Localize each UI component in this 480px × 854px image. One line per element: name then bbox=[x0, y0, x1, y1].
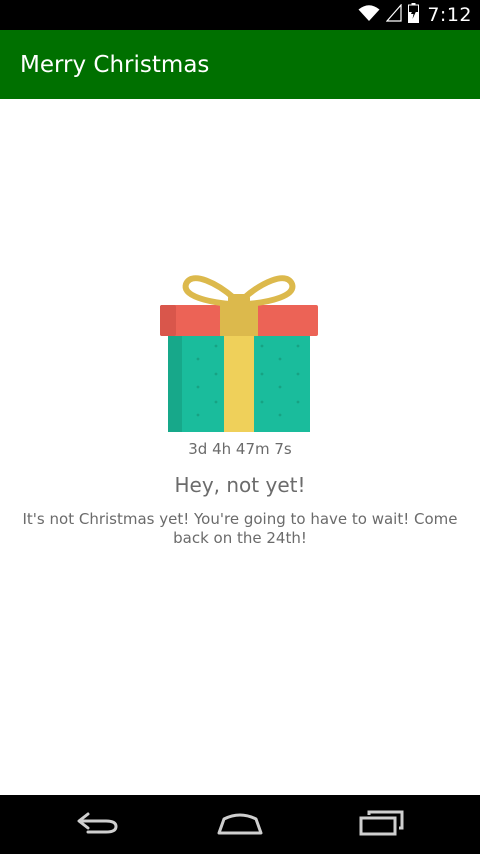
app-bar: Merry Christmas bbox=[0, 30, 480, 99]
signal-icon bbox=[386, 3, 402, 26]
app-title: Merry Christmas bbox=[20, 52, 210, 78]
countdown-timer: 3d 4h 47m 7s bbox=[188, 440, 292, 458]
home-button[interactable] bbox=[190, 795, 290, 854]
recent-apps-icon bbox=[359, 810, 405, 840]
gift-icon bbox=[158, 274, 320, 438]
message-text: It's not Christmas yet! You're going to … bbox=[22, 510, 458, 547]
main-content: 3d 4h 47m 7s Hey, not yet! It's not Chri… bbox=[0, 99, 480, 795]
nav-bar bbox=[0, 795, 480, 854]
battery-icon bbox=[408, 3, 420, 27]
status-bar: 7:12 bbox=[0, 0, 480, 30]
home-icon bbox=[216, 810, 264, 840]
status-icons: 7:12 bbox=[358, 0, 472, 30]
wifi-icon bbox=[358, 4, 380, 26]
status-time: 7:12 bbox=[427, 4, 472, 26]
back-button[interactable] bbox=[48, 795, 148, 854]
recent-apps-button[interactable] bbox=[332, 795, 432, 854]
headline: Hey, not yet! bbox=[174, 473, 306, 497]
back-icon bbox=[76, 811, 120, 839]
